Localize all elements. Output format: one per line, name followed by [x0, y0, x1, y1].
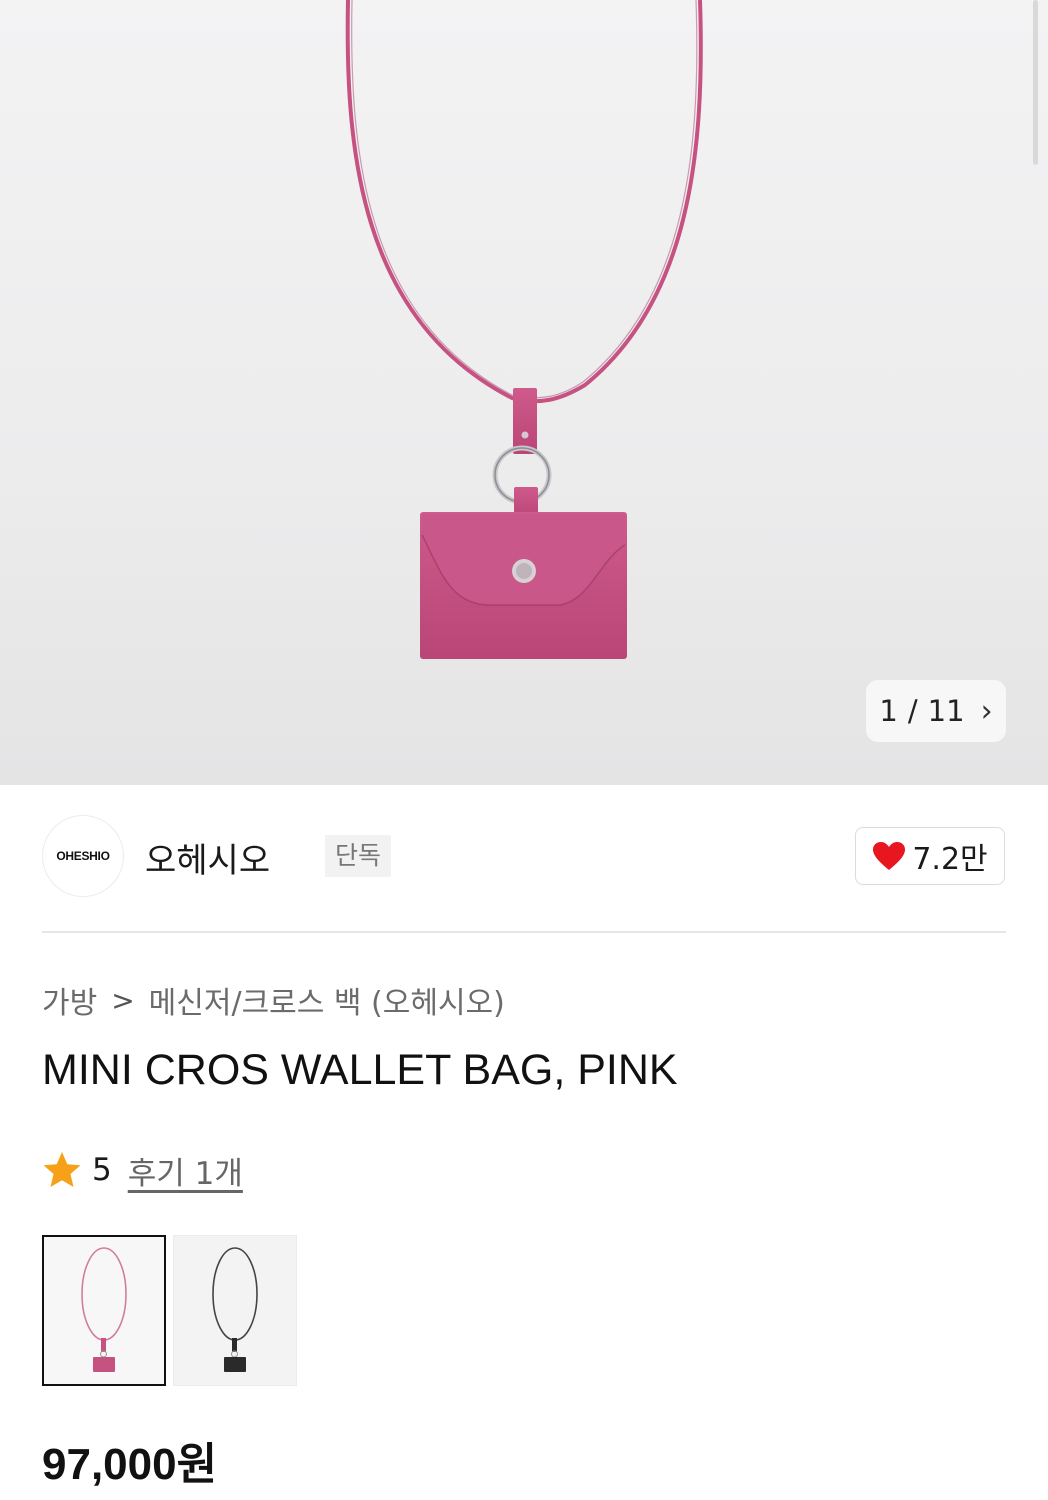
- divider: [42, 931, 1006, 933]
- product-image: [345, 0, 703, 659]
- scrollbar[interactable]: [1033, 0, 1038, 165]
- like-count: 7.2만: [912, 842, 988, 877]
- variant-thumb-pink[interactable]: [42, 1235, 166, 1386]
- variant-image-black: [212, 1246, 258, 1372]
- brand-name-link[interactable]: 오헤시오: [145, 833, 270, 882]
- gallery-current-page: 1: [879, 694, 898, 728]
- like-button[interactable]: 7.2만: [855, 827, 1005, 885]
- breadcrumb-separator: >: [111, 983, 135, 1017]
- variant-thumbnails: [42, 1235, 297, 1386]
- brand-row: OHESHIO 오헤시오 단독 7.2만: [42, 815, 1006, 899]
- heart-icon: [873, 842, 906, 870]
- exclusive-badge: 단독: [325, 835, 392, 877]
- star-icon: [43, 1152, 81, 1187]
- reviews-link[interactable]: 후기 1개: [128, 1148, 243, 1193]
- gallery-total-pages: 11: [927, 694, 965, 728]
- rating-row: 5 후기 1개: [42, 1148, 243, 1192]
- variant-thumb-black[interactable]: [173, 1235, 297, 1386]
- product-price: 97,000원: [42, 1440, 218, 1489]
- breadcrumb: 가방 > 메신저/크로스 백 (오헤시오): [42, 978, 505, 1022]
- rating-score: 5: [92, 1152, 112, 1188]
- brand-logo[interactable]: OHESHIO: [42, 815, 124, 897]
- product-image-gallery[interactable]: 1 / 11 ›: [0, 0, 1048, 785]
- product-title: MINI CROS WALLET BAG, PINK: [42, 1046, 678, 1094]
- brand-logo-text: OHESHIO: [56, 849, 110, 863]
- gallery-pager-button[interactable]: 1 / 11 ›: [866, 680, 1006, 742]
- variant-image-pink: [81, 1246, 127, 1372]
- breadcrumb-category[interactable]: 가방: [42, 978, 97, 1022]
- chevron-right-icon: ›: [980, 693, 993, 729]
- gallery-page-separator: /: [907, 694, 918, 728]
- breadcrumb-subcategory[interactable]: 메신저/크로스 백 (오헤시오): [149, 978, 505, 1022]
